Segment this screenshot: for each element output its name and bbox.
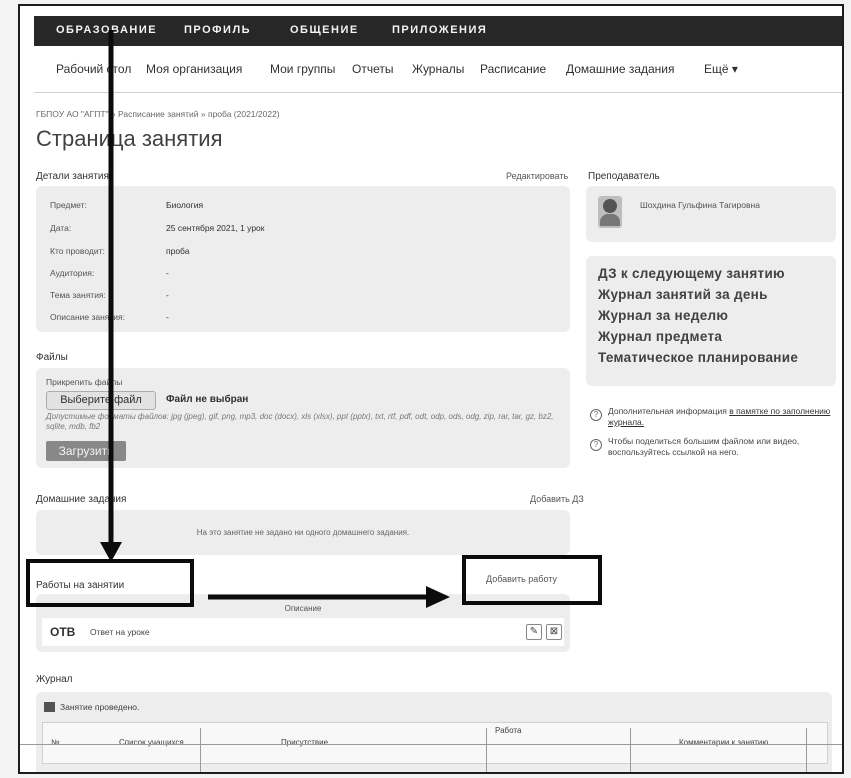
screenshot-frame: ОБРАЗОВАНИЕ ПРОФИЛЬ ОБЩЕНИЕ ПРИЛОЖЕНИЯ Р… — [18, 4, 844, 774]
annotation-arrows — [100, 30, 450, 608]
vertical-arrow-head — [100, 542, 122, 562]
horizontal-arrow-head — [426, 586, 450, 608]
